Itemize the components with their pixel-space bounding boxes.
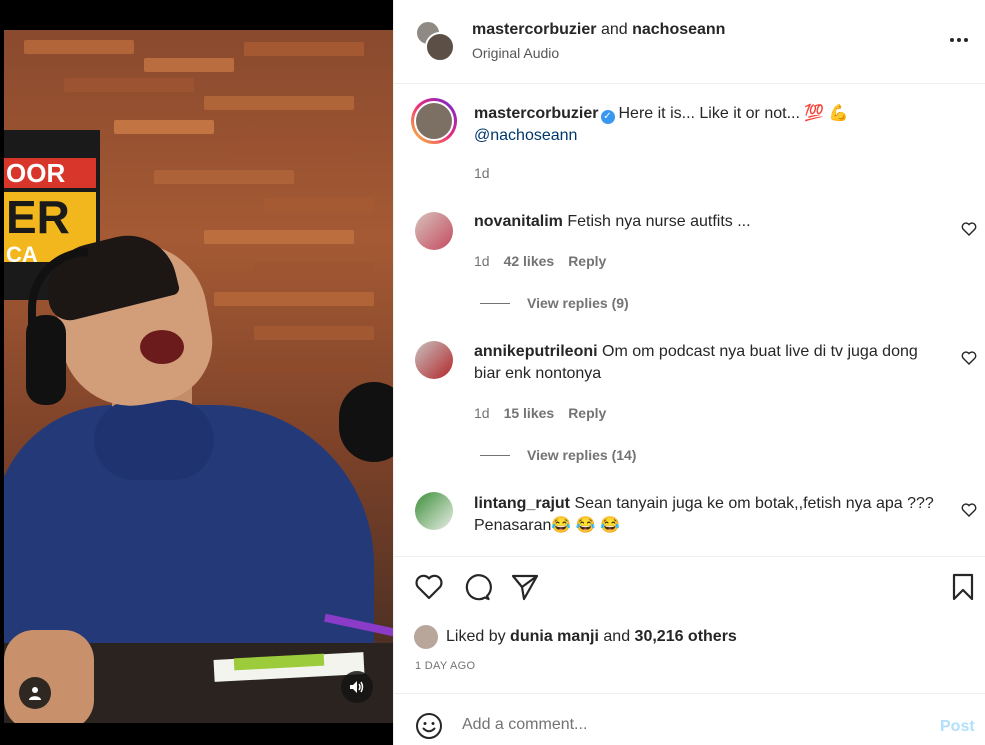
- instagram-post-modal: OOR ER CA mastercorbuzier and nachoseann…: [0, 0, 985, 745]
- video-frame[interactable]: OOR ER CA: [4, 30, 393, 723]
- heart-icon[interactable]: [414, 572, 444, 602]
- podcast-sign-line3: CA: [6, 242, 38, 267]
- comment-text: novanitalim Fetish nya nurse autfits ...: [474, 213, 751, 230]
- avatar[interactable]: [425, 32, 455, 62]
- username-link[interactable]: nachoseann: [632, 21, 725, 38]
- headphones: [26, 315, 66, 405]
- username-link[interactable]: mastercorbuzier: [474, 105, 599, 122]
- likes-count[interactable]: 15 likes: [504, 405, 555, 421]
- comment-text: annikeputrileoni Om om podcast nya buat …: [474, 343, 918, 382]
- sound-toggle-button[interactable]: [341, 671, 373, 703]
- comment-meta: 1d 42 likes Reply: [474, 253, 607, 269]
- post-header: mastercorbuzier and nachoseann Original …: [394, 0, 985, 84]
- user-tag-icon: [29, 687, 41, 700]
- post-details-panel: mastercorbuzier and nachoseann Original …: [393, 0, 985, 745]
- post-button[interactable]: Post: [940, 718, 975, 736]
- caption-time: 1d: [474, 165, 490, 181]
- likes-count[interactable]: 42 likes: [504, 253, 555, 269]
- sound-icon: [350, 681, 364, 693]
- username-link[interactable]: dunia manji: [510, 628, 599, 646]
- comment-input[interactable]: [462, 716, 922, 734]
- podcast-sign-line1: OOR: [6, 158, 66, 188]
- avatar[interactable]: [415, 341, 453, 379]
- reply-button[interactable]: Reply: [568, 253, 606, 269]
- username-link[interactable]: lintang_rajut: [474, 495, 570, 512]
- user-tag-button[interactable]: [19, 677, 51, 709]
- share-icon[interactable]: [510, 572, 540, 602]
- more-options-icon[interactable]: [946, 30, 972, 50]
- post-media[interactable]: OOR ER CA: [0, 0, 393, 745]
- username-link[interactable]: annikeputrileoni: [474, 343, 598, 360]
- heart-icon[interactable]: [961, 502, 977, 518]
- view-replies-button[interactable]: View replies (14): [480, 447, 636, 463]
- post-caption: mastercorbuzier ✓ Here it is... Like it or…: [474, 105, 849, 144]
- post-actions: [394, 558, 985, 618]
- username-link[interactable]: mastercorbuzier: [472, 21, 597, 38]
- podcast-sign-line2: ER: [6, 191, 70, 243]
- add-comment-bar: Post: [394, 693, 985, 745]
- likes-summary: Liked by dunia manji and 30,216 others: [414, 624, 737, 650]
- comment-text: lintang_rajut Sean tanyain juga ke om bo…: [474, 495, 934, 534]
- post-time[interactable]: 1 DAY AGO: [415, 660, 475, 672]
- emoji-icon[interactable]: [415, 712, 443, 740]
- avatar[interactable]: [414, 625, 438, 649]
- avatar[interactable]: [415, 212, 453, 250]
- avatar[interactable]: [411, 98, 457, 144]
- verified-badge-icon: ✓: [600, 110, 615, 124]
- view-replies-button[interactable]: View replies (9): [480, 295, 629, 311]
- bookmark-icon[interactable]: [948, 572, 978, 602]
- heart-icon[interactable]: [961, 350, 977, 366]
- username-link[interactable]: novanitalim: [474, 213, 563, 230]
- comments-section: mastercorbuzier ✓ Here it is... Like it or…: [394, 85, 985, 557]
- heart-icon[interactable]: [961, 221, 977, 237]
- likes-others-link[interactable]: 30,216 others: [635, 628, 737, 646]
- post-title: mastercorbuzier and nachoseann: [472, 21, 726, 38]
- reply-button[interactable]: Reply: [568, 405, 606, 421]
- collab-avatars[interactable]: [415, 20, 455, 62]
- avatar[interactable]: [415, 492, 453, 530]
- comment-icon[interactable]: [462, 572, 492, 602]
- mention-link[interactable]: @nachoseann: [474, 127, 577, 144]
- audio-link[interactable]: Original Audio: [472, 45, 559, 61]
- microphone: [339, 382, 393, 462]
- comment-meta: 1d 15 likes Reply: [474, 405, 607, 421]
